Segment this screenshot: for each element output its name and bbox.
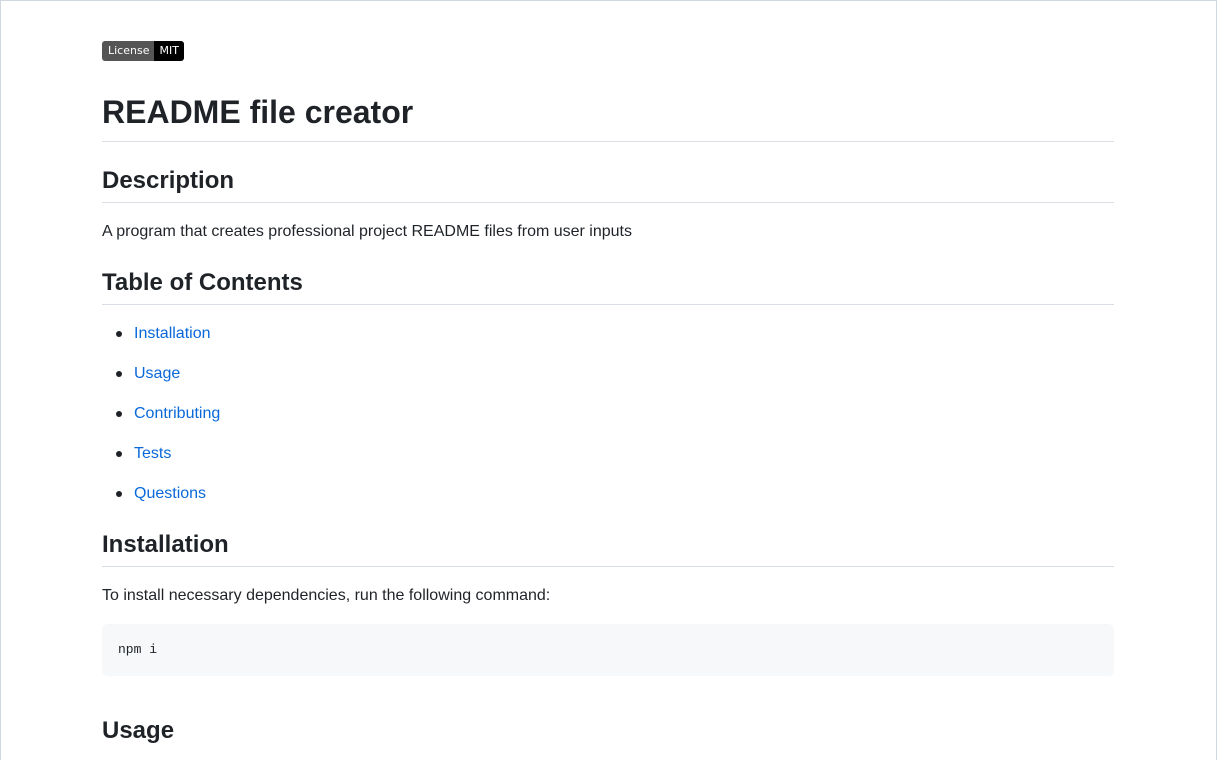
toc-link-usage[interactable]: Usage — [134, 365, 180, 382]
bullet-icon — [116, 371, 122, 377]
usage-heading: Usage — [102, 717, 175, 744]
toc-link-installation[interactable]: Installation — [134, 325, 211, 342]
bullet-icon — [116, 331, 122, 337]
toc-heading: Table of Contents — [102, 268, 1114, 305]
toc-item-tests: Tests — [102, 442, 220, 482]
toc-item-contributing: Contributing — [102, 402, 220, 442]
license-badge[interactable]: License MIT — [102, 41, 184, 61]
installation-text: To install necessary dependencies, run t… — [102, 587, 551, 604]
toc-link-contributing[interactable]: Contributing — [134, 405, 220, 422]
bullet-icon — [116, 491, 122, 497]
bullet-icon — [116, 451, 122, 457]
toc-link-questions[interactable]: Questions — [134, 485, 206, 502]
toc-item-usage: Usage — [102, 362, 220, 402]
installation-code: npm i — [118, 642, 158, 657]
toc-list: Installation Usage Contributing Tests Qu… — [102, 322, 220, 522]
license-badge-value: MIT — [154, 41, 184, 61]
license-badge-label: License — [102, 41, 155, 61]
installation-code-block[interactable]: npm i — [102, 624, 1114, 676]
description-heading: Description — [102, 166, 1114, 203]
toc-item-installation: Installation — [102, 322, 220, 362]
installation-heading: Installation — [102, 530, 1114, 567]
toc-link-tests[interactable]: Tests — [134, 445, 171, 462]
description-text: A program that creates professional proj… — [102, 223, 632, 240]
bullet-icon — [116, 411, 122, 417]
page-title: README file creator — [102, 92, 1114, 142]
toc-item-questions: Questions — [102, 482, 220, 522]
